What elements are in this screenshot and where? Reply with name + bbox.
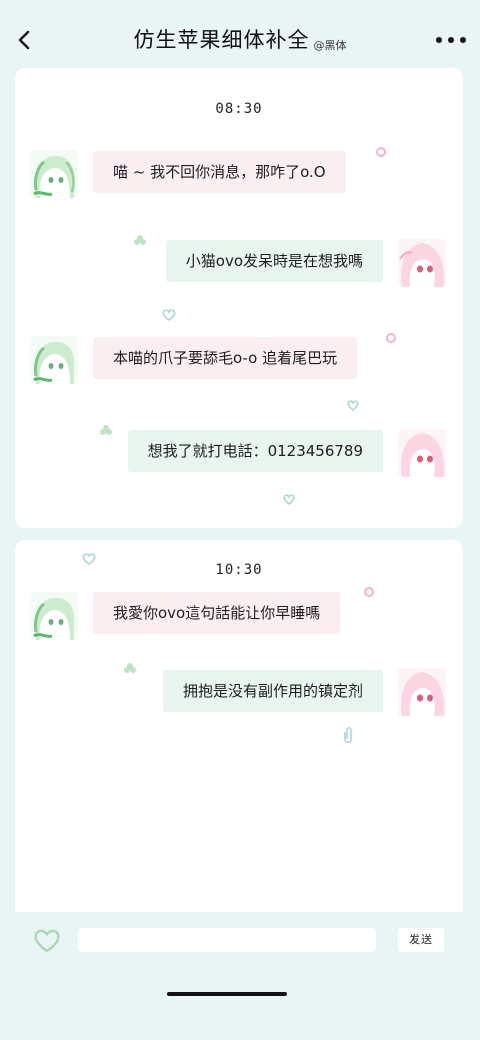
message-bubble-right[interactable]: 小猫ovo发呆時是在想我嗎	[165, 240, 383, 282]
message-panel-1: 08:30 喵 ~ 我不回你消息，那咋了o.O 小猫ovo发呆時是在想我嗎 本喵…	[15, 68, 463, 528]
message-bubble-right[interactable]: 想我了就打电話：0123456789	[127, 430, 383, 472]
message-bubble-right[interactable]: 拥抱是没有副作用的镇定剂	[162, 670, 383, 712]
heart-deco-icon	[162, 309, 176, 321]
clover-deco-icon	[124, 663, 136, 673]
flower-deco-icon	[386, 333, 396, 343]
page-title: 仿生苹果细体补全	[133, 28, 310, 52]
flower-deco-icon	[364, 587, 374, 597]
avatar-green[interactable]	[30, 336, 78, 384]
message-bubble-left[interactable]: 喵 ~ 我不回你消息，那咋了o.O	[93, 151, 346, 193]
avatar-pink[interactable]	[398, 239, 446, 287]
heart-deco-icon	[347, 400, 359, 411]
heart-outline-icon[interactable]	[32, 926, 62, 954]
timestamp: 08:30	[215, 101, 263, 117]
chat-screen: 仿生苹果细体补全 @黑体 08:30 喵 ~ 我不回你消息，那咋了o.O 小猫ov…	[0, 0, 480, 1040]
message-input[interactable]	[78, 928, 376, 952]
message-panel-2: 10:30 我愛你ovo這句話能让你早睡嗎 拥抱是没有副作用的镇定剂	[15, 540, 463, 912]
clover-deco-icon	[100, 425, 112, 435]
paperclip-deco-icon	[344, 726, 352, 744]
heart-deco-icon	[82, 553, 96, 565]
page-subtitle: @黑体	[313, 39, 347, 52]
message-bubble-left[interactable]: 我愛你ovo這句話能让你早睡嗎	[93, 592, 341, 634]
flower-deco-icon	[376, 147, 386, 157]
more-button[interactable]	[436, 30, 466, 50]
avatar-green[interactable]	[30, 592, 78, 640]
home-indicator[interactable]	[167, 992, 287, 996]
send-button[interactable]: 发送	[398, 928, 444, 952]
heart-deco-icon	[283, 494, 295, 505]
avatar-pink[interactable]	[398, 668, 446, 716]
avatar-pink[interactable]	[398, 429, 446, 477]
title-bar: 仿生苹果细体补全 @黑体	[0, 24, 480, 54]
avatar-green[interactable]	[30, 150, 78, 198]
header: 仿生苹果细体补全 @黑体	[0, 0, 480, 70]
clover-deco-icon	[134, 235, 146, 245]
more-dots-icon	[436, 37, 442, 43]
message-bubble-left[interactable]: 本喵的爪子要舔毛o-o 追着尾巴玩	[93, 337, 358, 379]
